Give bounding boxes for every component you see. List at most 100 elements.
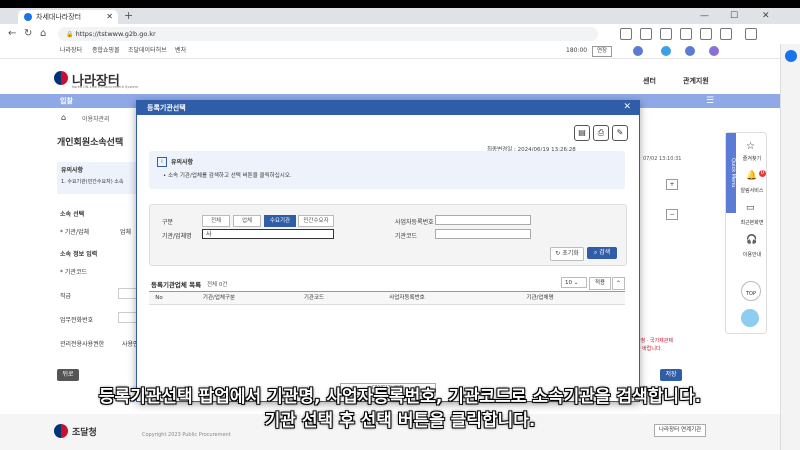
chevron-down-icon: ⌄ xyxy=(573,280,579,286)
bizno-input[interactable] xyxy=(435,215,531,225)
menu-icon[interactable] xyxy=(709,46,719,56)
close-window-icon[interactable]: ✕ xyxy=(762,8,770,24)
close-tab-icon[interactable]: ✕ xyxy=(106,10,113,24)
subtitle-line-1: 등록기관선택 팝업에서 기관명, 사업자등록번호, 기관코드로 소속기관을 검색… xyxy=(98,387,702,407)
extend-session-button[interactable]: 연장 xyxy=(592,46,613,57)
org-code-input[interactable] xyxy=(435,229,531,239)
rank-label: 직급 xyxy=(60,293,72,300)
browser-tab[interactable]: 차세대나라장터 ✕ xyxy=(18,10,118,24)
nav-item[interactable]: 센터 xyxy=(643,76,656,86)
apply-button[interactable]: 적용 xyxy=(589,277,611,290)
save-icon[interactable]: ▤ xyxy=(574,125,590,141)
quick-menu-label: Quick Menu xyxy=(730,158,736,188)
type-all-button[interactable]: 전체 xyxy=(202,215,230,227)
quick-favorites[interactable]: 즐겨찾기 xyxy=(738,155,766,162)
tab-title: 차세대나라장터 xyxy=(36,13,82,21)
org-type-value[interactable]: 업체 xyxy=(120,227,131,236)
copilot-icon[interactable] xyxy=(785,50,797,62)
collapse-list-icon[interactable]: ⌃ xyxy=(612,277,625,290)
quick-menu-tab[interactable]: Quick Menu xyxy=(726,133,736,213)
quick-guide[interactable]: 이용안내 xyxy=(738,251,766,258)
breadcrumb-home-icon[interactable]: ⌂ xyxy=(61,113,66,122)
list-header: 등록기관업체 목록 전체 0건 10 ⌄ 적용 ⌃ xyxy=(149,277,625,290)
modal-notice: i 유의사항 • 소속 기관/업체를 검색하고 선택 버튼을 클릭하십시오. xyxy=(149,151,625,189)
chatbot-icon[interactable] xyxy=(741,309,759,327)
wrench-icon[interactable]: ✎ xyxy=(612,125,628,141)
topnav-item[interactable]: 조달데이터허브 xyxy=(128,44,167,58)
left-notice-title: 유의사항 xyxy=(61,167,84,174)
nav-item[interactable]: 관계지원 xyxy=(683,76,709,86)
org-code-label: * 기관코드 xyxy=(60,269,87,276)
rank-field[interactable] xyxy=(118,288,138,299)
left-notice-box: 유의사항 1. 수요기관(민간수요자) 소속 xyxy=(57,162,137,194)
refresh-icon[interactable]: ↻ xyxy=(24,28,32,40)
site-favicon-icon xyxy=(24,13,32,21)
org-name-input[interactable]: 사 xyxy=(202,229,334,239)
alert-badge: 0 xyxy=(759,170,766,177)
recent-screen-icon[interactable]: ▭ xyxy=(746,203,755,213)
topnav-item[interactable]: 나라장터 xyxy=(60,44,82,58)
right-footnote: 관청 · 국가제관제 사 바랍니다. xyxy=(636,338,673,352)
user-icon[interactable] xyxy=(633,46,643,56)
left-notice-text: 1. 수요기관(민간수요자) 소속 xyxy=(61,179,124,185)
save-button[interactable]: 저장 xyxy=(660,369,682,381)
bizno-label: 사업자등록번호 xyxy=(395,219,434,226)
settings-icon[interactable] xyxy=(685,46,695,56)
type-demand-org-button[interactable]: 수요기관 xyxy=(264,215,296,227)
browser-tab-bar: 차세대나라장터 ✕ + — ☐ ✕ xyxy=(0,8,800,24)
page-title: 개인회원소속선택 xyxy=(57,138,124,148)
quick-alerts[interactable]: 알림서비스 xyxy=(738,187,766,194)
site-brand-sub: Korea ON-Line E-Procurement System xyxy=(72,85,139,89)
downloads-icon[interactable] xyxy=(720,28,732,40)
lock-icon: 🔒 xyxy=(66,31,74,38)
subtitle-line-2: 기관 선택 후 선택 버튼을 클릭합니다. xyxy=(264,411,536,431)
maximize-icon[interactable]: ☐ xyxy=(730,8,738,24)
modal-title: 등록기관선택 xyxy=(147,104,186,112)
nav-bid[interactable]: 입찰 xyxy=(60,94,73,108)
modal-close-icon[interactable]: ✕ xyxy=(623,101,631,114)
hamburger-icon[interactable]: ☰ xyxy=(706,96,714,106)
address-bar-row: ← ↻ ⌂ 🔒 https://tstwww.g2b.go.kr xyxy=(0,24,800,45)
url-field[interactable]: 🔒 https://tstwww.g2b.go.kr xyxy=(58,27,598,41)
org-select-modal: 등록기관선택 ✕ ▤ ⎙ ✎ 최종변경일 : 2024/06/19 13:26:… xyxy=(136,100,640,402)
session-timer: 180:00 xyxy=(566,47,588,54)
url-text: https://tstwww.g2b.go.kr xyxy=(75,30,156,38)
reset-button[interactable]: ↻ 초기화 xyxy=(550,247,584,261)
bell-icon[interactable]: 🔔 xyxy=(746,171,757,181)
type-company-button[interactable]: 업체 xyxy=(233,215,261,227)
type-label: 구분 xyxy=(162,219,174,226)
extensions-icon[interactable] xyxy=(660,28,672,40)
back-arrow-icon[interactable]: ← xyxy=(8,28,16,40)
modal-header: 등록기관선택 ✕ xyxy=(137,101,639,115)
work-phone-field[interactable] xyxy=(118,312,138,323)
collapse-icon[interactable]: − xyxy=(666,209,678,220)
favorites-icon[interactable] xyxy=(640,28,652,40)
print-icon[interactable]: ⎙ xyxy=(593,125,609,141)
minimize-icon[interactable]: — xyxy=(700,8,709,24)
search-panel: 구분 전체 업체 수요기관 민간수요자 기관/업체명 사 사업자등록번호 기관코… xyxy=(149,204,627,266)
work-phone-label: 업무전화번호 xyxy=(60,317,94,324)
type-private-button[interactable]: 민간수요자 xyxy=(298,215,334,227)
new-tab-icon[interactable]: + xyxy=(124,8,133,24)
topnav-item[interactable]: 종합쇼핑몰 xyxy=(92,44,120,58)
breadcrumb[interactable]: 이용자관리 xyxy=(82,114,110,123)
profile-icon[interactable] xyxy=(700,28,712,40)
page-size-value: 10 xyxy=(565,280,572,286)
home-icon[interactable]: ⌂ xyxy=(40,28,46,40)
back-button[interactable]: 뒤로 xyxy=(57,369,79,381)
top-button[interactable]: TOP xyxy=(741,281,761,301)
read-aloud-icon[interactable] xyxy=(620,28,632,40)
star-icon[interactable]: ☆ xyxy=(746,141,755,152)
collections-icon[interactable] xyxy=(680,28,692,40)
quick-recent[interactable]: 최근본화면 xyxy=(738,219,766,226)
more-menu-icon[interactable] xyxy=(745,28,757,40)
expand-icon[interactable]: + xyxy=(666,179,678,190)
col-bizno: 사업자등록번호 xyxy=(359,292,456,305)
notification-icon[interactable] xyxy=(661,46,671,56)
footer-copyright: Copyright 2023 Public Procurement xyxy=(142,432,231,438)
headset-icon[interactable]: 🎧 xyxy=(746,235,757,245)
col-no: No xyxy=(149,292,170,305)
page-size-select[interactable]: 10 ⌄ xyxy=(561,277,587,288)
search-button[interactable]: ⌕ 검색 xyxy=(587,247,617,259)
topnav-item[interactable]: 벤처 xyxy=(175,44,186,58)
